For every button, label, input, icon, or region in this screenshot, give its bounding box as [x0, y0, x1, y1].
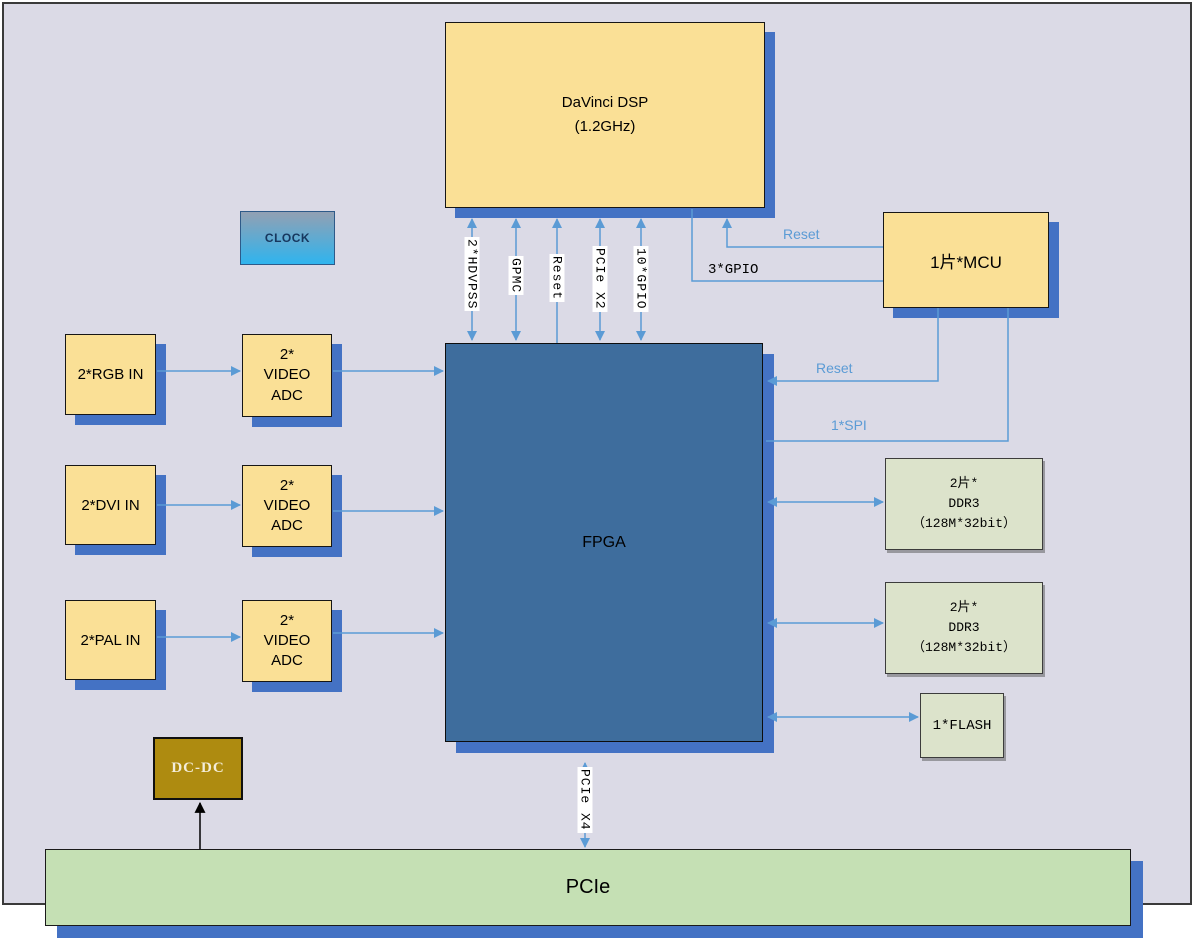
adc3-line2: VIDEO — [264, 631, 311, 651]
block-dc-dc: DC-DC — [153, 737, 243, 800]
adc2-line1: 2* — [280, 476, 294, 496]
adc1-line1: 2* — [280, 345, 294, 365]
block-video-adc-1: 2* VIDEO ADC — [242, 334, 332, 417]
bus-label-gpmc: GPMC — [509, 256, 524, 295]
block-clock: CLOCK — [240, 211, 335, 265]
adc2-line3: ADC — [271, 516, 303, 536]
bus-label-pcie-x4: PCIe X4 — [578, 767, 593, 833]
block-flash: 1*FLASH — [920, 693, 1004, 758]
block-video-adc-3: 2* VIDEO ADC — [242, 600, 332, 682]
block-fpga: FPGA — [445, 343, 763, 742]
ddr3-1-line3: （128M*32bit） — [912, 514, 1016, 534]
bus-label-pcie-x2: PCIe X2 — [593, 246, 608, 312]
ddr3-1-line2: DDR3 — [948, 494, 979, 514]
ddr3-2-line3: （128M*32bit） — [912, 638, 1016, 658]
ddr3-2-line2: DDR3 — [948, 618, 979, 638]
block-diagram: DaVinci DSP (1.2GHz) CLOCK 1片*MCU FPGA 2… — [0, 0, 1200, 942]
wire-label-reset-mcu-fpga: Reset — [816, 360, 853, 376]
wire-label-reset-mcu-dsp: Reset — [783, 226, 820, 242]
bus-label-hdvpss: 2*HDVPSS — [465, 237, 480, 311]
block-pal-in: 2*PAL IN — [65, 600, 156, 680]
adc1-line2: VIDEO — [264, 365, 311, 385]
block-ddr3-2: 2片* DDR3 （128M*32bit） — [885, 582, 1043, 674]
adc1-line3: ADC — [271, 386, 303, 406]
bus-label-reset-dsp-fpga: Reset — [550, 254, 565, 302]
ddr3-2-line1: 2片* — [950, 598, 979, 618]
wire-label-spi: 1*SPI — [831, 417, 867, 433]
bus-label-gpio10: 10*GPIO — [634, 246, 649, 312]
block-dvi-in: 2*DVI IN — [65, 465, 156, 545]
block-video-adc-2: 2* VIDEO ADC — [242, 465, 332, 547]
dsp-label-line1: DaVinci DSP — [562, 91, 648, 115]
adc3-line1: 2* — [280, 611, 294, 631]
block-pcie-bus: PCIe — [45, 849, 1131, 926]
block-rgb-in: 2*RGB IN — [65, 334, 156, 415]
ddr3-1-line1: 2片* — [950, 474, 979, 494]
block-ddr3-1: 2片* DDR3 （128M*32bit） — [885, 458, 1043, 550]
block-davinci-dsp: DaVinci DSP (1.2GHz) — [445, 22, 765, 208]
block-mcu: 1片*MCU — [883, 212, 1049, 308]
dsp-label-line2: (1.2GHz) — [575, 115, 636, 139]
adc2-line2: VIDEO — [264, 496, 311, 516]
wire-label-gpio3: 3*GPIO — [708, 262, 758, 278]
adc3-line3: ADC — [271, 651, 303, 671]
